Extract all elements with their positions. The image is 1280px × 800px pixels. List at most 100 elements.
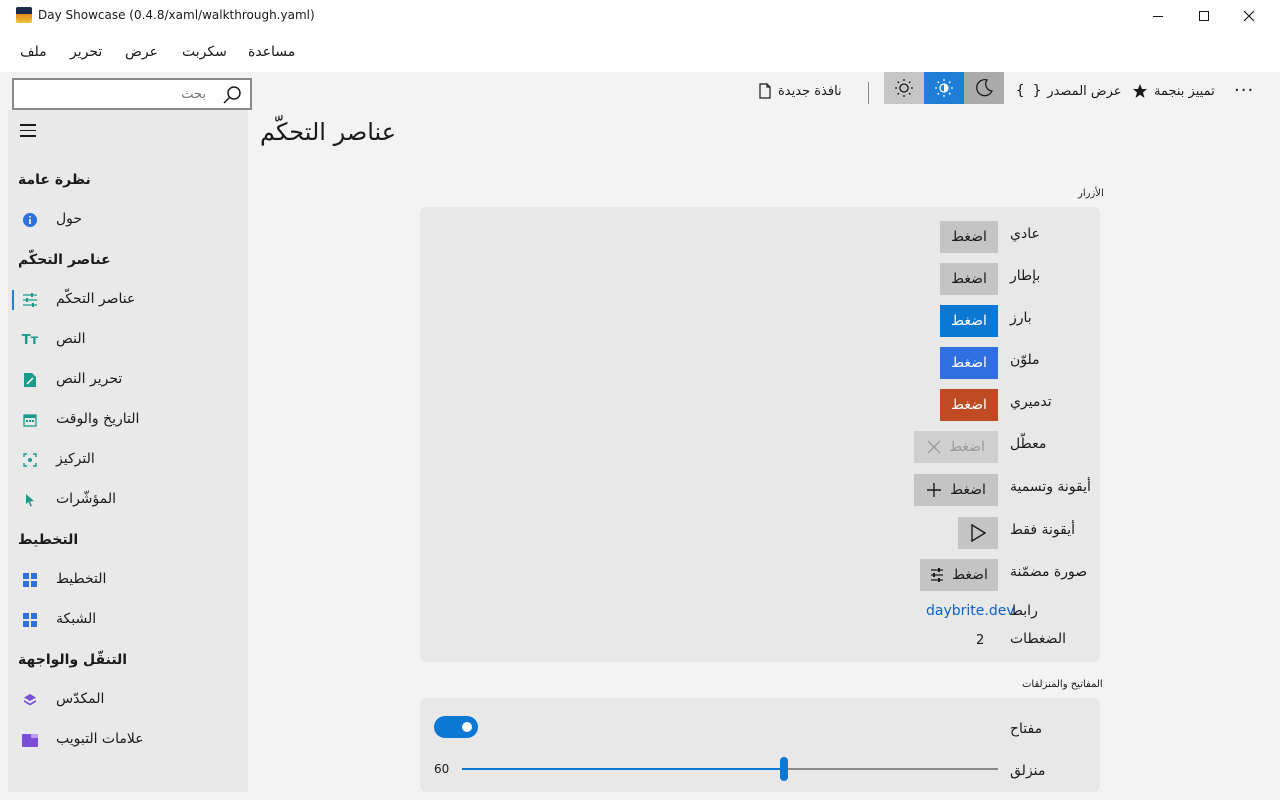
slider-fill <box>462 768 784 770</box>
toggle-switch[interactable] <box>434 716 478 738</box>
moon-icon <box>976 79 993 97</box>
minimize-button[interactable] <box>1135 0 1181 32</box>
outlined-button[interactable]: اضغط <box>940 263 998 295</box>
search-input[interactable] <box>14 80 214 108</box>
sidebar-item-label: علامات التبويب <box>56 731 144 747</box>
row-label-icon-only: أيقونة فقط <box>1010 522 1076 538</box>
row-label-slider: منزلق <box>1010 763 1046 779</box>
theme-light-button[interactable] <box>884 72 924 104</box>
sidebar-item-tabs[interactable]: علامات التبويب <box>12 722 244 758</box>
stack-icon <box>22 692 38 708</box>
row-label-default: عادي <box>1010 226 1040 242</box>
nav-section-navigation: التنقّل والواجهة <box>18 652 128 668</box>
menu-file[interactable]: ملف <box>20 44 47 60</box>
row-label-destructive: تدميري <box>1010 394 1052 410</box>
toolbar: نافذة جديدة { } عرض المصدر تمييز بنجمة ·… <box>0 72 1280 110</box>
sidebar-item-label: التخطيط <box>56 571 107 587</box>
menu-script[interactable]: سكربت <box>182 44 227 60</box>
row-label-disabled: معطّل <box>1010 436 1047 452</box>
menu-help[interactable]: مساعدة <box>248 44 295 60</box>
menu-edit[interactable]: تحرير <box>70 44 102 60</box>
switches-section-heading: المفاتيح والمنزلقات <box>1022 679 1103 690</box>
search-icon[interactable] <box>222 85 242 105</box>
play-icon <box>971 524 986 542</box>
grid-icon <box>22 612 38 628</box>
row-label-clicks: الضغطات <box>1010 631 1066 647</box>
sidebar-item-focus[interactable]: التركيز <box>12 442 244 478</box>
colored-button[interactable]: اضغط <box>940 347 998 379</box>
star-icon <box>1133 84 1147 98</box>
search-box <box>12 78 252 110</box>
row-label-colored: ملوّن <box>1010 352 1040 368</box>
page-title: عناصر التحكّم <box>260 118 397 146</box>
daybrite-link[interactable]: daybrite.dev <box>926 603 1015 619</box>
row-label-switch: مفتاح <box>1010 721 1043 737</box>
sliders-icon <box>931 568 944 582</box>
minimize-icon <box>1153 15 1163 17</box>
sidebar-item-grid[interactable]: الشبكة <box>12 602 244 638</box>
sidebar-item-layout[interactable]: التخطيط <box>12 562 244 598</box>
tabs-icon <box>22 732 38 748</box>
window-title: Day Showcase (0.4.8/xaml/walkthrough.yam… <box>38 8 315 22</box>
focus-icon <box>22 452 38 468</box>
embedded-image-button[interactable]: اضغط <box>920 559 998 591</box>
buttons-card: عادي اضغط بإطار اضغط بارز اضغط ملوّن اضغ… <box>420 207 1100 662</box>
view-source-button[interactable]: { } عرض المصدر <box>1016 80 1122 102</box>
sidebar-item-label: تحرير النص <box>56 371 123 387</box>
slider-thumb[interactable] <box>780 757 788 781</box>
close-icon <box>927 440 941 454</box>
row-label-embedded-image: صورة مضمّنة <box>1010 564 1088 580</box>
row-label-accent: بارز <box>1010 310 1032 326</box>
sidebar-item-datetime[interactable]: التاريخ والوقت <box>12 402 244 438</box>
menu-bar: ملف تحرير عرض سكربت مساعدة <box>0 32 1280 72</box>
sidebar-item-about[interactable]: حول <box>12 202 244 238</box>
sidebar-item-pointers[interactable]: المؤشّرات <box>12 482 244 518</box>
nav-section-overview: نظرة عامة <box>18 172 91 188</box>
braces-icon: { } <box>1016 83 1042 99</box>
icon-only-button[interactable] <box>958 517 998 549</box>
toggle-knob <box>462 722 472 732</box>
sidebar-item-label: التركيز <box>56 451 95 467</box>
sidebar-item-text[interactable]: Tт النص <box>12 322 244 358</box>
star-label: تمييز بنجمة <box>1154 83 1215 99</box>
slider-track[interactable] <box>462 757 998 781</box>
more-options-icon[interactable]: ··· <box>1234 80 1254 101</box>
title-bar: Day Showcase (0.4.8/xaml/walkthrough.yam… <box>0 0 1280 32</box>
text-icon: Tт <box>21 332 39 348</box>
sidebar-item-label: التاريخ والوقت <box>56 411 140 427</box>
sidebar-item-label: المؤشّرات <box>56 491 117 507</box>
sidebar-item-stack[interactable]: المكدّس <box>12 682 244 718</box>
nav-section-controls: عناصر التحكّم <box>18 252 111 268</box>
hamburger-menu-icon[interactable] <box>20 124 36 137</box>
menu-view[interactable]: عرض <box>125 44 158 60</box>
sidebar-item-label: عناصر التحكّم <box>56 291 136 307</box>
sidebar-item-label: النص <box>56 331 86 347</box>
clicks-count: 2 <box>976 633 985 648</box>
sidebar-item-controls[interactable]: عناصر التحكّم <box>12 282 244 318</box>
switches-card: مفتاح 60 منزلق <box>420 698 1100 792</box>
theme-dark-button[interactable] <box>964 72 1004 104</box>
buttons-section-heading: الأزرار <box>1078 188 1104 199</box>
nav-section-layout: التخطيط <box>18 532 79 548</box>
maximize-button[interactable] <box>1181 0 1227 32</box>
icon-label-button[interactable]: اضغط <box>914 474 998 506</box>
sidebar-item-edit-text[interactable]: تحرير النص <box>12 362 244 398</box>
edit-text-icon <box>22 372 38 388</box>
layout-icon <box>22 572 38 588</box>
sidebar-item-label: الشبكة <box>56 611 97 627</box>
theme-auto-button[interactable] <box>924 72 964 104</box>
close-button[interactable] <box>1226 0 1272 32</box>
view-source-label: عرض المصدر <box>1047 83 1122 99</box>
destructive-button[interactable]: اضغط <box>940 389 998 421</box>
calendar-icon <box>22 412 38 428</box>
disabled-button: اضغط <box>914 431 998 463</box>
sidebar: نظرة عامة حول عناصر التحكّم عناصر التحكّ… <box>8 110 248 792</box>
sun-icon <box>895 79 913 97</box>
document-icon <box>759 83 771 99</box>
star-button[interactable]: تمييز بنجمة <box>1132 80 1215 102</box>
plus-icon <box>927 483 942 497</box>
sliders-icon <box>22 292 38 308</box>
new-window-button[interactable]: نافذة جديدة <box>758 80 842 102</box>
accent-button[interactable]: اضغط <box>940 305 998 337</box>
default-button[interactable]: اضغط <box>940 221 998 253</box>
